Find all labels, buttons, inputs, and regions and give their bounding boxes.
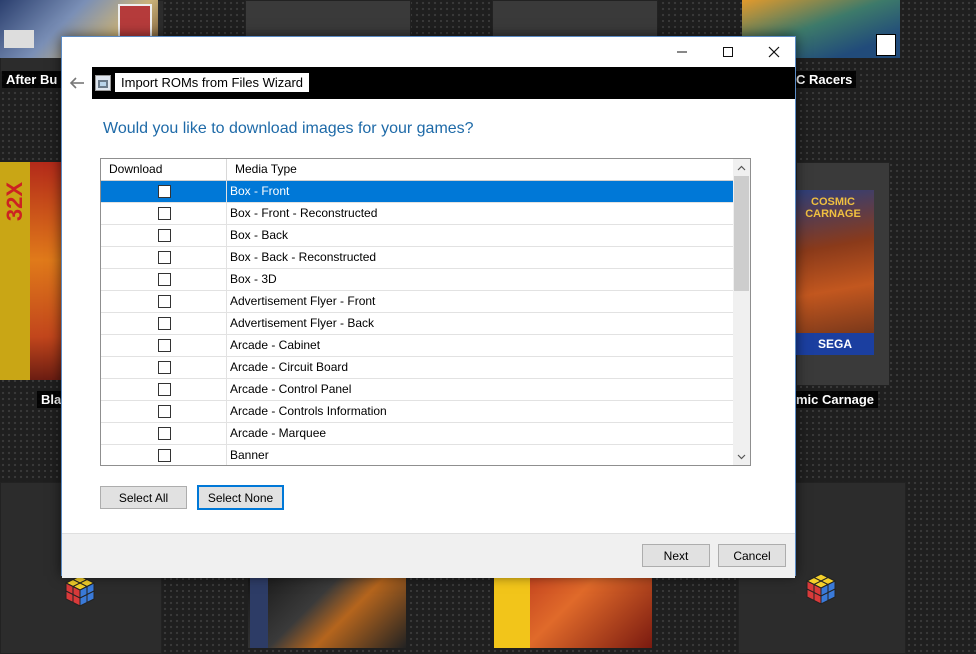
download-cell	[101, 291, 227, 312]
media-type-cell: Arcade - Controls Information	[230, 404, 387, 418]
game-cover-cosmic-carnage[interactable]: COSMIC CARNAGE SEGA	[796, 190, 874, 355]
table-row[interactable]: Banner	[101, 445, 733, 465]
window-title: Import ROMs from Files Wizard	[115, 73, 310, 92]
sega-logo: SEGA	[796, 333, 874, 355]
scrollbar-thumb[interactable]	[734, 176, 749, 291]
download-cell	[101, 379, 227, 400]
download-cell	[101, 247, 227, 268]
media-type-cell: Advertisement Flyer - Front	[230, 294, 376, 308]
download-checkbox[interactable]	[158, 427, 171, 440]
app-icon	[95, 75, 111, 91]
game-cover[interactable]	[494, 576, 652, 648]
game-cover[interactable]	[248, 576, 406, 648]
table-row[interactable]: Box - Back	[101, 225, 733, 247]
table-row[interactable]: Arcade - Cabinet	[101, 335, 733, 357]
cosmic-carnage-logo: COSMIC CARNAGE	[805, 196, 861, 220]
media-type-cell: Box - Front	[230, 184, 290, 198]
table-row[interactable]: Box - 3D	[101, 269, 733, 291]
game-tile[interactable]	[245, 0, 411, 38]
maximize-button[interactable]	[705, 37, 751, 67]
wizard-navbar: Import ROMs from Files Wizard	[62, 67, 795, 99]
minimize-icon	[677, 51, 687, 53]
table-row[interactable]: Arcade - Circuit Board	[101, 357, 733, 379]
table-row[interactable]: Advertisement Flyer - Front	[101, 291, 733, 313]
download-cell	[101, 269, 227, 290]
download-checkbox[interactable]	[158, 295, 171, 308]
download-cell	[101, 357, 227, 378]
wizard-footer: Next Cancel	[62, 533, 795, 578]
media-type-cell: Arcade - Marquee	[230, 426, 327, 440]
table-row[interactable]: Arcade - Control Panel	[101, 379, 733, 401]
download-checkbox[interactable]	[158, 317, 171, 330]
download-cell	[101, 423, 227, 444]
table-row[interactable]: Box - Back - Reconstructed	[101, 247, 733, 269]
back-button[interactable]	[62, 67, 92, 99]
close-icon	[768, 46, 780, 58]
media-type-cell: Arcade - Circuit Board	[230, 360, 349, 374]
download-checkbox[interactable]	[158, 449, 171, 462]
download-checkbox[interactable]	[158, 405, 171, 418]
download-cell	[101, 313, 227, 334]
table-row[interactable]: Box - Front	[101, 181, 733, 203]
cancel-button[interactable]: Cancel	[718, 544, 786, 567]
media-type-grid[interactable]: Download Media Type Box - Front Box - Fro…	[100, 158, 751, 466]
rubiks-cube-icon	[63, 574, 97, 608]
media-type-cell: Arcade - Control Panel	[230, 382, 352, 396]
game-title-label: C Racers	[792, 71, 857, 88]
table-row[interactable]: Box - Front - Reconstructed	[101, 203, 733, 225]
minimize-button[interactable]	[659, 37, 705, 67]
select-all-button[interactable]: Select All	[100, 486, 187, 509]
maximize-icon	[723, 47, 733, 57]
media-type-cell: Box - Back - Reconstructed	[230, 250, 377, 264]
media-type-cell: Box - Front - Reconstructed	[230, 206, 378, 220]
window-titlebar[interactable]	[62, 37, 795, 67]
download-checkbox[interactable]	[158, 207, 171, 220]
game-title-label: mic Carnage	[792, 391, 879, 408]
select-none-button[interactable]: Select None	[197, 485, 284, 510]
x32-logo: 32X	[2, 182, 27, 222]
import-roms-wizard-dialog: Import ROMs from Files Wizard Would you …	[61, 36, 796, 578]
media-type-cell: Box - Back	[230, 228, 289, 242]
table-row[interactable]: Arcade - Controls Information	[101, 401, 733, 423]
download-cell	[101, 203, 227, 224]
download-cell	[101, 181, 227, 202]
download-cell	[101, 401, 227, 422]
download-checkbox[interactable]	[158, 251, 171, 264]
back-arrow-icon	[69, 77, 84, 89]
close-button[interactable]	[751, 37, 797, 67]
game-tile[interactable]	[492, 0, 658, 38]
media-type-cell: Advertisement Flyer - Back	[230, 316, 375, 330]
next-button[interactable]: Next	[642, 544, 710, 567]
download-cell	[101, 445, 227, 465]
table-row[interactable]: Arcade - Marquee	[101, 423, 733, 445]
grid-rows: Box - Front Box - Front - Reconstructed Bo…	[101, 181, 733, 465]
media-type-cell: Box - 3D	[230, 272, 277, 286]
wizard-question: Would you like to download images for yo…	[103, 120, 474, 137]
grid-header: Download Media Type	[101, 159, 733, 181]
download-checkbox[interactable]	[158, 185, 171, 198]
download-checkbox[interactable]	[158, 273, 171, 286]
download-cell	[101, 335, 227, 356]
chevron-up-icon	[737, 165, 746, 170]
column-header-download[interactable]: Download	[101, 159, 227, 180]
vertical-scrollbar[interactable]	[733, 159, 750, 465]
column-header-media-type[interactable]: Media Type	[227, 159, 733, 180]
media-type-cell: Banner	[230, 448, 269, 462]
game-cover-32x[interactable]: 32X SEGA	[0, 162, 62, 380]
chevron-down-icon	[737, 454, 746, 459]
media-type-cell: Arcade - Cabinet	[230, 338, 321, 352]
wizard-content: Would you like to download images for yo…	[62, 99, 795, 533]
download-checkbox[interactable]	[158, 229, 171, 242]
scroll-down-button[interactable]	[733, 448, 750, 465]
scroll-up-button[interactable]	[733, 159, 750, 176]
download-checkbox[interactable]	[158, 383, 171, 396]
download-cell	[101, 225, 227, 246]
download-checkbox[interactable]	[158, 339, 171, 352]
game-title-label: After Bu	[2, 71, 62, 88]
download-checkbox[interactable]	[158, 361, 171, 374]
table-row[interactable]: Advertisement Flyer - Back	[101, 313, 733, 335]
rubiks-cube-icon	[804, 572, 838, 606]
